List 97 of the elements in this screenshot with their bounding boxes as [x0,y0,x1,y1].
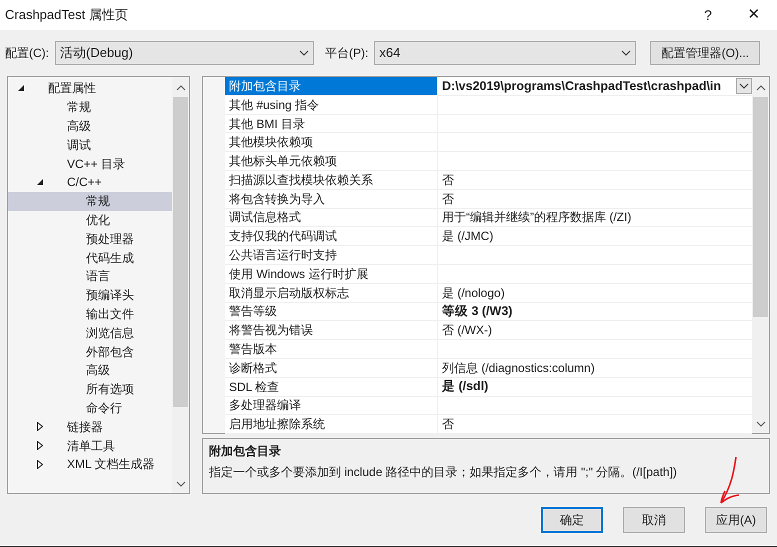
property-value: 否 (/WX-) [442,322,492,340]
property-row[interactable]: 其他 #using 指令 [225,96,752,115]
property-row[interactable]: 其他模块依赖项 [225,133,752,152]
property-row[interactable]: 诊断格式 列信息 (/diagnostics:column) [225,358,752,378]
dialog-button[interactable]: 取消 [623,507,685,533]
tree-item[interactable]: VC++ 目录 [8,154,172,173]
tree-scrollbar[interactable] [172,77,189,493]
tree-item[interactable]: 常规 [8,192,172,211]
property-name: SDL 检查 [225,378,438,396]
tree-item[interactable]: 常规 [8,98,172,117]
property-row[interactable]: 附加包含目录 D:\vs2019\programs\CrashpadTest\crashpad\in [225,77,752,96]
property-row[interactable]: 将包含转换为导入 否 [225,190,752,209]
value-dropdown-button[interactable] [736,78,752,94]
property-value: 列信息 (/diagnostics:column) [442,360,595,377]
property-value: 是 (/nologo) [442,284,505,302]
tree-item[interactable]: 调试 [8,135,172,154]
property-value: 否 [442,416,454,434]
property-name: 其他 #using 指令 [225,96,438,114]
scroll-down-icon[interactable] [176,481,186,487]
property-row[interactable]: 将警告视为错误 否 (/WX-) [225,321,752,340]
property-name: 将警告视为错误 [225,321,438,340]
help-button[interactable]: ? [685,0,731,30]
property-row[interactable]: 公共语言运行时支持 [225,246,752,265]
window-title: CrashpadTest 属性页 [5,6,129,24]
config-manager-button[interactable]: 配置管理器(O)... [650,41,760,65]
property-name: 支持仅我的代码调试 [225,227,438,246]
property-name: 将包含转换为导入 [225,190,438,208]
expanded-triangle-icon[interactable] [18,84,25,92]
property-name: 取消显示启动版权标志 [225,284,438,302]
property-row[interactable]: 其他标头单元依赖项 [225,152,752,171]
property-row[interactable]: 扫描源以查找模块依赖关系 否 [225,170,752,190]
tree-item[interactable]: 外部包含 [8,342,172,361]
tree-item[interactable]: 命令行 [8,398,172,418]
chevron-down-icon [621,50,632,56]
description-title: 附加包含目录 [209,443,282,460]
scrollbar-thumb[interactable] [173,97,188,407]
tree-item[interactable]: C/C++ [8,172,172,192]
dialog-button[interactable]: 应用(A) [705,507,767,533]
platform-label: 平台(P): [325,45,368,62]
property-value: 用于“编辑并继续”的程序数据库 (/ZI) [442,209,632,226]
property-name: 其他标头单元依赖项 [225,152,438,170]
property-row[interactable]: 调试信息格式 用于“编辑并继续”的程序数据库 (/ZI) [225,208,752,228]
property-name: 公共语言运行时支持 [225,246,438,264]
property-name: 其他模块依赖项 [225,133,438,152]
dialog-button[interactable]: 确定 [541,507,603,533]
tree-item[interactable]: 配置属性 [8,79,172,98]
tree-item[interactable]: 清单工具 [8,436,172,455]
tree-item[interactable]: 链接器 [8,417,172,436]
scroll-down-icon[interactable] [756,421,766,427]
property-name: 诊断格式 [225,358,438,377]
config-label: 配置(C): [5,45,49,62]
property-value: 等级 3 (/W3) [442,303,512,320]
chevron-down-icon [739,82,749,89]
tree-item[interactable]: 高级 [8,360,172,380]
scroll-up-icon[interactable] [176,85,186,91]
property-name: 附加包含目录 [225,77,438,95]
platform-dropdown[interactable]: x64 [374,41,636,65]
description-text: 指定一个或多个要添加到 include 路径中的目录；如果指定多个，请用 ";" 分隔。(/I[path]) [209,464,678,481]
property-name: 多处理器编译 [225,396,438,414]
property-value: 是 (/sdl) [442,378,488,396]
tree-item[interactable]: 预处理器 [8,229,172,248]
config-dropdown[interactable]: 活动(Debug) [55,41,314,65]
expanded-triangle-icon[interactable] [37,178,44,186]
property-row[interactable]: 取消显示启动版权标志 是 (/nologo) [225,284,752,303]
property-name: 警告等级 [225,302,438,320]
close-button[interactable]: ✕ [731,0,777,30]
property-value: 否 [442,172,454,189]
chevron-down-icon [299,50,309,56]
tree-item[interactable]: 预编译头 [8,286,172,305]
tree-item[interactable]: XML 文档生成器 [8,454,172,474]
scrollbar-thumb[interactable] [753,97,768,317]
tree-item[interactable]: 所有选项 [8,380,172,399]
property-row[interactable]: 警告等级 等级 3 (/W3) [225,302,752,322]
tree-item[interactable]: 优化 [8,210,172,230]
property-name: 其他 BMI 目录 [225,114,438,132]
property-row[interactable]: SDL 检查 是 (/sdl) [225,378,752,397]
tree-item[interactable]: 代码生成 [8,248,172,267]
property-name: 扫描源以查找模块依赖关系 [225,170,438,189]
property-scrollbar[interactable] [752,77,769,433]
property-row[interactable]: 多处理器编译 [225,396,752,416]
property-value: D:\vs2019\programs\CrashpadTest\crashpad\in [442,78,722,95]
property-row[interactable]: 其他 BMI 目录 [225,114,752,134]
property-name: 警告版本 [225,340,438,358]
property-name: 启用地址擦除系统 [225,415,438,434]
property-row[interactable]: 警告版本 [225,340,752,359]
property-row[interactable]: 使用 Windows 运行时扩展 [225,264,752,284]
tree-item[interactable]: 语言 [8,266,172,286]
scroll-up-icon[interactable] [756,85,766,91]
tree-item[interactable]: 高级 [8,116,172,136]
property-row[interactable]: 启用地址擦除系统 否 [225,415,752,434]
tree-item[interactable]: 输出文件 [8,304,172,324]
property-name: 调试信息格式 [225,208,438,226]
property-value: 否 [442,190,454,208]
property-row[interactable]: 支持仅我的代码调试 是 (/JMC) [225,227,752,246]
tree-item[interactable]: 浏览信息 [8,323,172,342]
property-value: 是 (/JMC) [442,228,494,246]
property-name: 使用 Windows 运行时扩展 [225,264,438,283]
